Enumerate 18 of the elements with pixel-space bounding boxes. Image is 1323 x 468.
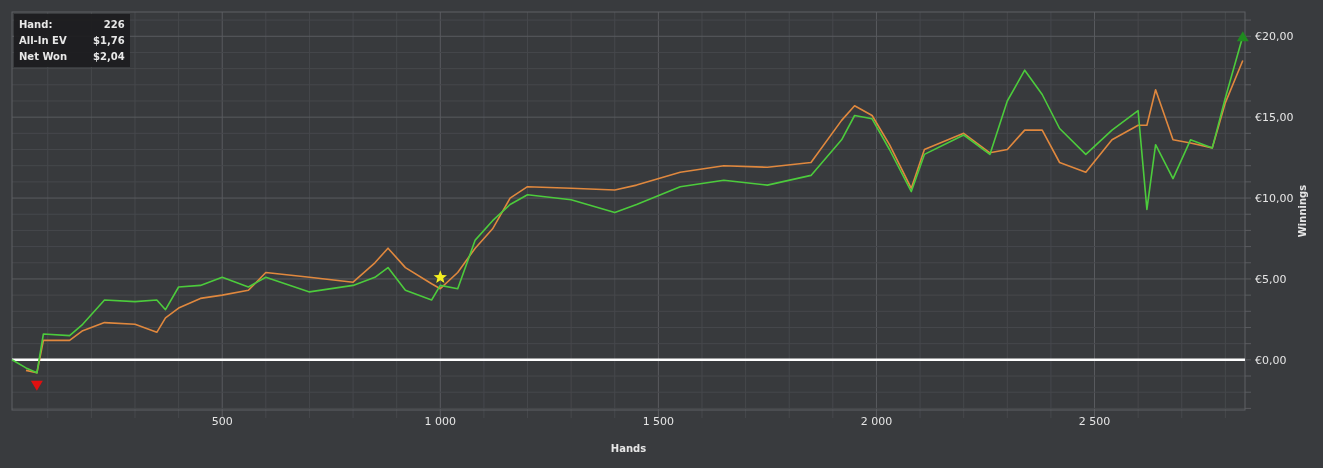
- hover-label: Hand:: [19, 18, 54, 32]
- x-tick-label: 2 000: [860, 415, 893, 428]
- hover-value: $1,76: [93, 34, 125, 48]
- y-tick-label: €10,00: [1255, 192, 1294, 206]
- y-tick-label: €20,00: [1255, 30, 1294, 44]
- y-tick-label: €0,00: [1255, 353, 1287, 367]
- y-axis-title: Winnings: [1297, 184, 1308, 238]
- x-tick-label: 2 500: [1078, 415, 1111, 428]
- hover-label: Net Won: [19, 50, 68, 64]
- x-tick-label: 500: [211, 415, 233, 428]
- hover-value: 226: [102, 18, 125, 32]
- hover-value: $2,04: [93, 50, 125, 64]
- hover-label: All-In EV: [19, 34, 68, 48]
- x-axis-title: Hands: [610, 443, 647, 454]
- y-tick-label: €5,00: [1255, 272, 1287, 286]
- x-tick-label: 1 000: [424, 415, 457, 428]
- x-tick-label: 1 500: [642, 415, 675, 428]
- y-tick-label: €15,00: [1255, 111, 1294, 125]
